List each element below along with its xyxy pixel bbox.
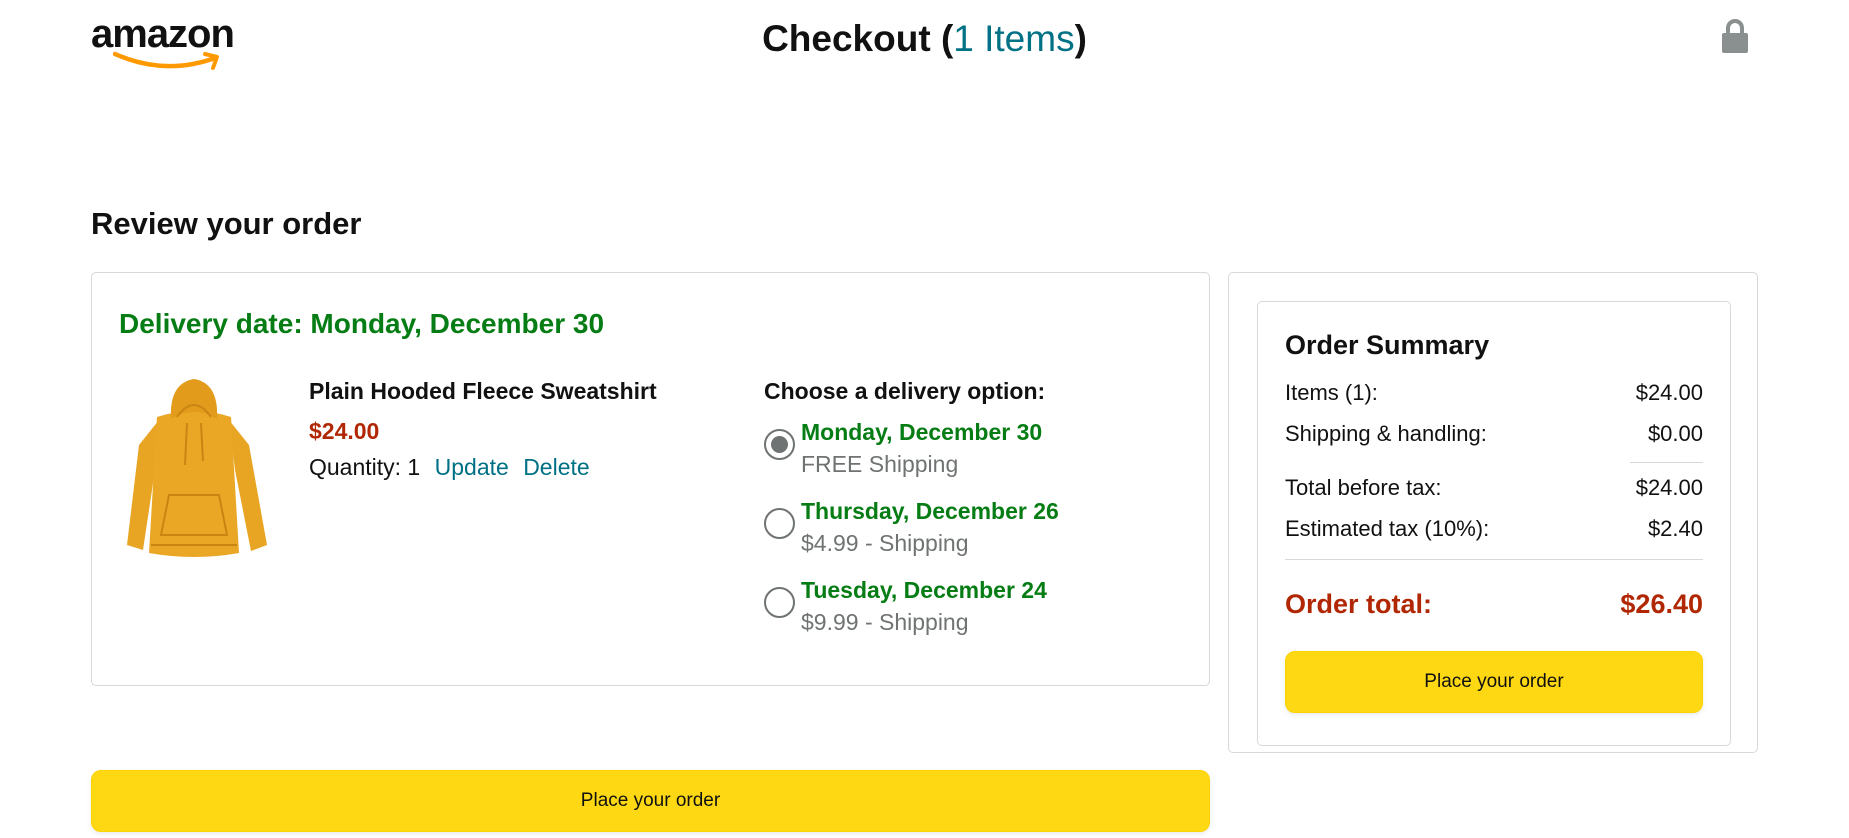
summary-row-items: Items (1): $24.00 bbox=[1285, 380, 1703, 406]
radio-button-selected[interactable] bbox=[764, 429, 795, 460]
close-paren: ) bbox=[1074, 18, 1087, 59]
product-price: $24.00 bbox=[309, 418, 380, 444]
place-order-button-bottom[interactable]: Place your order bbox=[91, 770, 1210, 832]
summary-row-total-before-tax: Total before tax: $24.00 bbox=[1285, 475, 1703, 501]
checkout-label: Checkout bbox=[762, 18, 931, 59]
summary-value: $2.40 bbox=[1647, 516, 1703, 541]
quantity-row: Quantity: 1 Update Delete bbox=[309, 454, 590, 481]
order-summary-title: Order Summary bbox=[1285, 330, 1490, 360]
radio-button[interactable] bbox=[764, 587, 795, 618]
product-name[interactable]: Plain Hooded Fleece Sweatshirt bbox=[309, 378, 657, 405]
order-total-row: Order total: $26.40 bbox=[1285, 589, 1703, 620]
order-summary-panel: Order Summary Items (1): $24.00 Shipping… bbox=[1228, 272, 1758, 753]
delivery-option-shipping: FREE Shipping bbox=[801, 451, 959, 477]
delivery-option-tuesday[interactable]: Tuesday, December 24 $9.99 - Shipping bbox=[764, 577, 1144, 641]
summary-label: Estimated tax (10%): bbox=[1285, 516, 1490, 541]
order-item-card: Delivery date: Monday, December 30 Plain… bbox=[91, 272, 1210, 686]
quantity-label: Quantity: 1 bbox=[309, 454, 421, 480]
delivery-option-date: Monday, December 30 bbox=[801, 419, 1043, 445]
delivery-option-shipping: $4.99 - Shipping bbox=[801, 530, 969, 556]
radio-button[interactable] bbox=[764, 508, 795, 539]
delivery-option-thursday[interactable]: Thursday, December 26 $4.99 - Shipping bbox=[764, 498, 1144, 562]
update-link[interactable]: Update bbox=[435, 454, 509, 480]
delivery-options-title: Choose a delivery option: bbox=[764, 378, 1046, 404]
divider bbox=[1285, 559, 1703, 560]
delivery-option-date: Thursday, December 26 bbox=[801, 498, 1059, 524]
items-count-link[interactable]: 1 Items bbox=[953, 18, 1074, 59]
order-summary-card: Order Summary Items (1): $24.00 Shipping… bbox=[1257, 301, 1731, 746]
summary-row-shipping: Shipping & handling: $0.00 bbox=[1285, 421, 1703, 447]
place-order-button[interactable]: Place your order bbox=[1285, 651, 1703, 713]
divider bbox=[1630, 462, 1703, 463]
delivery-option-shipping: $9.99 - Shipping bbox=[801, 609, 969, 635]
delivery-date: Delivery date: Monday, December 30 bbox=[119, 308, 605, 339]
summary-value: $24.00 bbox=[1635, 380, 1703, 405]
order-total-value: $26.40 bbox=[1620, 589, 1703, 619]
checkout-title: Checkout (1 Items) bbox=[0, 18, 1849, 60]
summary-label: Items (1): bbox=[1285, 380, 1378, 405]
summary-value: $24.00 bbox=[1635, 475, 1703, 500]
open-paren: ( bbox=[940, 18, 954, 59]
header: amazon Checkout (1 Items) bbox=[0, 0, 1849, 80]
summary-value: $0.00 bbox=[1647, 421, 1703, 446]
hoodie-product-image[interactable] bbox=[119, 375, 269, 560]
order-total-label: Order total: bbox=[1285, 589, 1433, 619]
lock-icon bbox=[1722, 19, 1748, 53]
delivery-option-date: Tuesday, December 24 bbox=[801, 577, 1047, 603]
summary-label: Total before tax: bbox=[1285, 475, 1442, 500]
page-title: Review your order bbox=[91, 206, 362, 241]
summary-label: Shipping & handling: bbox=[1285, 421, 1487, 446]
summary-row-tax: Estimated tax (10%): $2.40 bbox=[1285, 516, 1703, 542]
delete-link[interactable]: Delete bbox=[523, 454, 589, 480]
delivery-option-monday[interactable]: Monday, December 30 FREE Shipping bbox=[764, 419, 1144, 483]
